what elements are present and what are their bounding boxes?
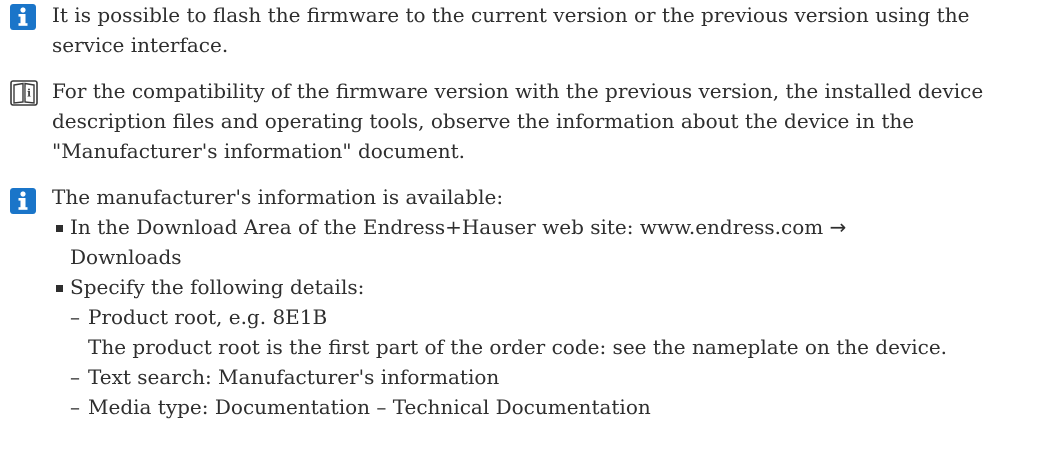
list-item: In the Download Area of the Endress+Haus… (52, 212, 1032, 272)
sub-list-item-detail: The product root is the first part of th… (88, 335, 948, 359)
note-manufacturer-info: The manufacturer's information is availa… (0, 182, 1040, 472)
bullet-list: In the Download Area of the Endress+Haus… (52, 212, 1032, 422)
note-intro: The manufacturer's information is availa… (52, 185, 504, 209)
note-paragraph: It is possible to flash the firmware to … (52, 3, 970, 57)
note-text: The manufacturer's information is availa… (52, 182, 1032, 422)
note-text: For the compatibility of the firmware ve… (52, 76, 1032, 166)
arrow-right-icon: → (829, 215, 847, 239)
svg-text:i: i (27, 89, 31, 100)
sub-list-item: Text search: Manufacturer's information (70, 362, 1032, 392)
sub-list-item-text: Text search: Manufacturer's information (88, 365, 500, 389)
sub-list-item-text: Media type: Documentation – Technical Do… (88, 395, 651, 419)
sub-list-item: Media type: Documentation – Technical Do… (70, 392, 1032, 422)
sub-list-item: Product root, e.g. 8E1B The product root… (70, 302, 1032, 362)
list-item: Specify the following details: Product r… (52, 272, 1032, 422)
list-item-text-continued: Downloads (70, 245, 182, 269)
note-paragraph: For the compatibility of the firmware ve… (52, 79, 984, 163)
list-item-text: In the Download Area of the Endress+Haus… (70, 215, 824, 239)
note-text: It is possible to flash the firmware to … (52, 0, 1032, 60)
note-firmware-flash: It is possible to flash the firmware to … (0, 0, 1040, 62)
list-item-text: Specify the following details: (70, 275, 365, 299)
info-icon (10, 188, 36, 214)
info-icon (10, 4, 36, 30)
sub-list-item-text: Product root, e.g. 8E1B (88, 305, 328, 329)
book-reference-icon: i (10, 80, 38, 106)
sub-list: Product root, e.g. 8E1B The product root… (70, 302, 1032, 422)
note-compatibility: i For the compatibility of the firmware … (0, 76, 1040, 168)
